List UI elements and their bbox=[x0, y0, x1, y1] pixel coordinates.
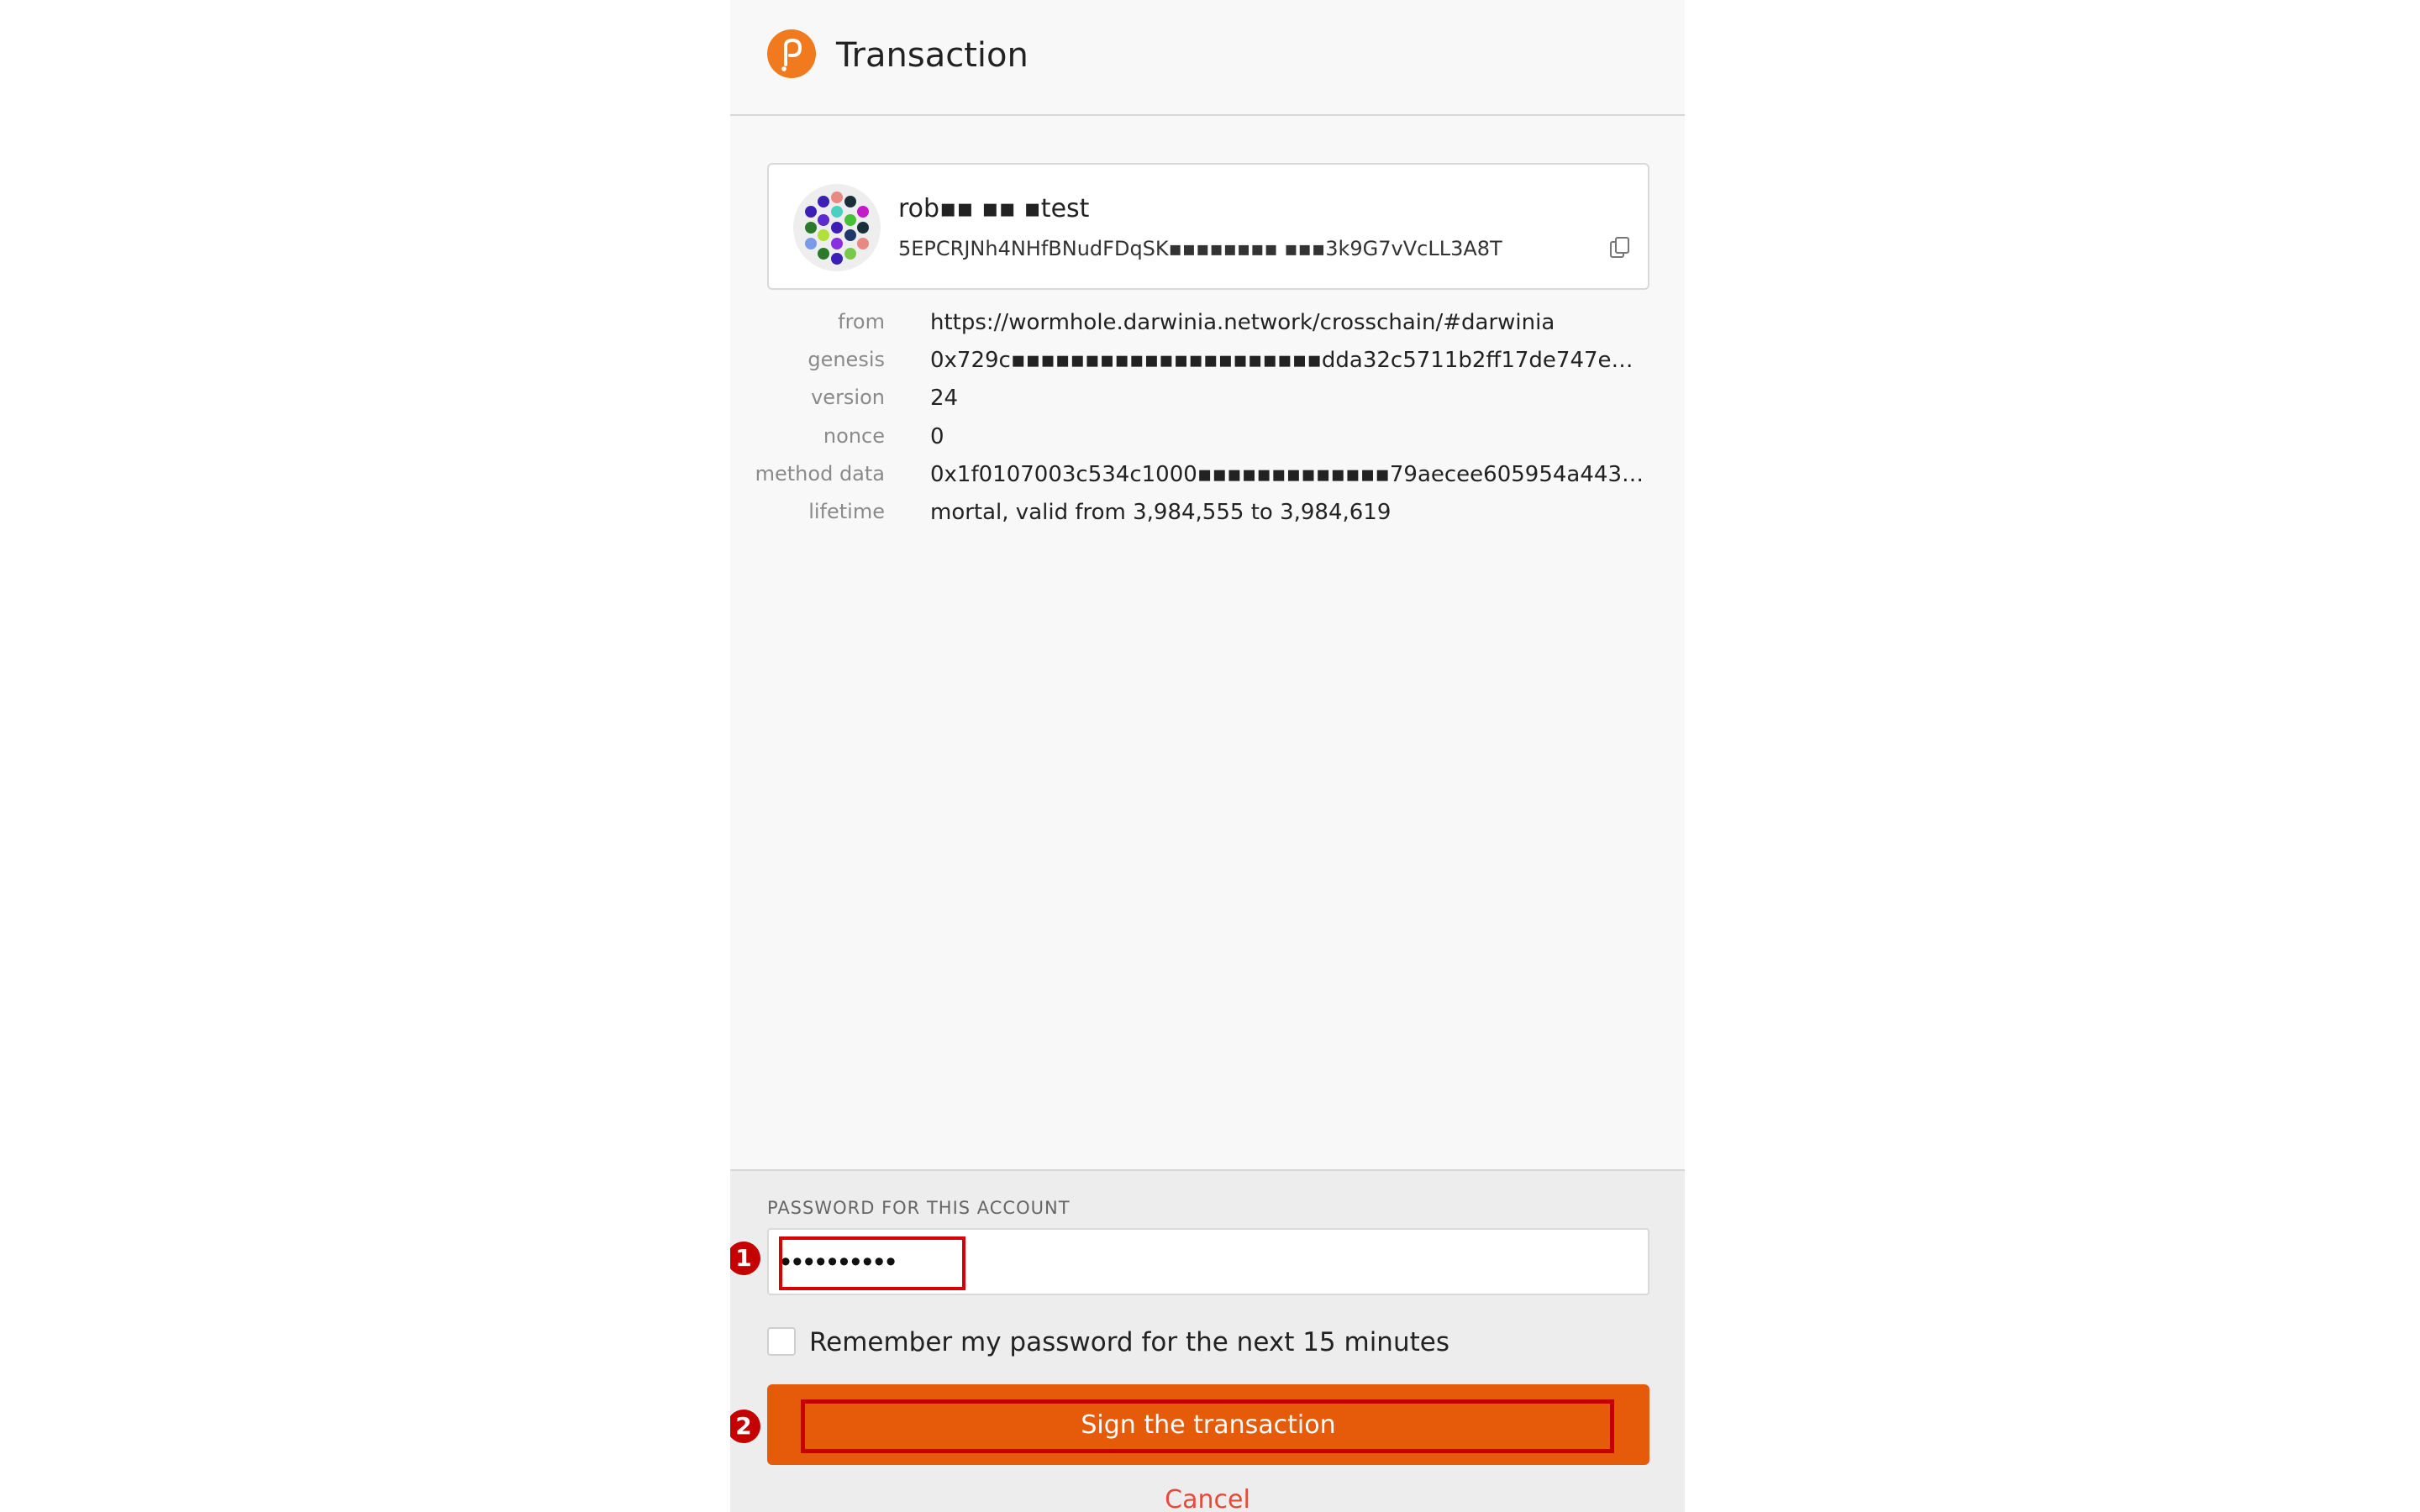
detail-value: 0x729c▪▪▪▪▪▪▪▪▪▪▪▪▪▪▪▪▪▪▪▪▪dda32c5711b2f… bbox=[930, 348, 1644, 373]
detail-label: nonce bbox=[823, 424, 885, 448]
signing-panel: PASSWORD FOR THIS ACCOUNT 1 Remember my … bbox=[730, 1169, 1685, 1512]
account-name: rob▪▪ ▪▪ ▪test bbox=[898, 194, 1090, 223]
polkadot-logo-icon bbox=[767, 29, 816, 78]
copy-icon[interactable] bbox=[1607, 235, 1633, 260]
remember-label: Remember my password for the next 15 min… bbox=[809, 1327, 1449, 1357]
detail-row-nonce: nonce 0 bbox=[767, 421, 1649, 454]
account-identicon bbox=[793, 184, 881, 271]
detail-label: lifetime bbox=[808, 500, 885, 523]
account-address: 5EPCRJNh4NHfBNudFDqSK▪▪▪▪▪▪▪▪ ▪▪▪3k9G7vV… bbox=[898, 237, 1502, 260]
detail-row-lifetime: lifetime mortal, valid from 3,984,555 to… bbox=[767, 496, 1649, 530]
account-card: rob▪▪ ▪▪ ▪test 5EPCRJNh4NHfBNudFDqSK▪▪▪▪… bbox=[767, 163, 1649, 290]
sign-transaction-button[interactable]: Sign the transaction bbox=[767, 1384, 1649, 1465]
detail-value: 0 bbox=[930, 424, 944, 449]
step-1-badge: 1 bbox=[730, 1242, 760, 1275]
detail-label: from bbox=[838, 310, 885, 333]
detail-label: version bbox=[811, 386, 885, 409]
password-input[interactable] bbox=[767, 1228, 1649, 1295]
detail-value: mortal, valid from 3,984,555 to 3,984,61… bbox=[930, 500, 1392, 525]
step-2-badge: 2 bbox=[730, 1410, 760, 1443]
password-label: PASSWORD FOR THIS ACCOUNT bbox=[767, 1198, 1071, 1218]
detail-row-version: version 24 bbox=[767, 382, 1649, 416]
detail-row-genesis: genesis 0x729c▪▪▪▪▪▪▪▪▪▪▪▪▪▪▪▪▪▪▪▪▪dda32… bbox=[767, 344, 1649, 378]
detail-label: method data bbox=[755, 462, 885, 486]
transaction-popup: Transaction rob▪▪ ▪▪ ▪test 5EPCRJNh4NHfB… bbox=[730, 0, 1685, 1512]
popup-header: Transaction bbox=[730, 0, 1685, 116]
detail-row-method-data: method data 0x1f0107003c534c1000▪▪▪▪▪▪▪▪… bbox=[755, 459, 1649, 492]
remember-checkbox[interactable] bbox=[767, 1327, 796, 1356]
sign-button-label: Sign the transaction bbox=[1081, 1410, 1336, 1440]
detail-label: genesis bbox=[808, 348, 885, 371]
page-title: Transaction bbox=[836, 36, 1028, 75]
cancel-link[interactable]: Cancel bbox=[730, 1485, 1685, 1512]
detail-row-from: from https://wormhole.darwinia.network/c… bbox=[767, 307, 1649, 340]
detail-value: 0x1f0107003c534c1000▪▪▪▪▪▪▪▪▪▪▪▪▪79aecee… bbox=[930, 462, 1644, 487]
detail-value: 24 bbox=[930, 386, 959, 411]
detail-value: https://wormhole.darwinia.network/crossc… bbox=[930, 310, 1555, 335]
